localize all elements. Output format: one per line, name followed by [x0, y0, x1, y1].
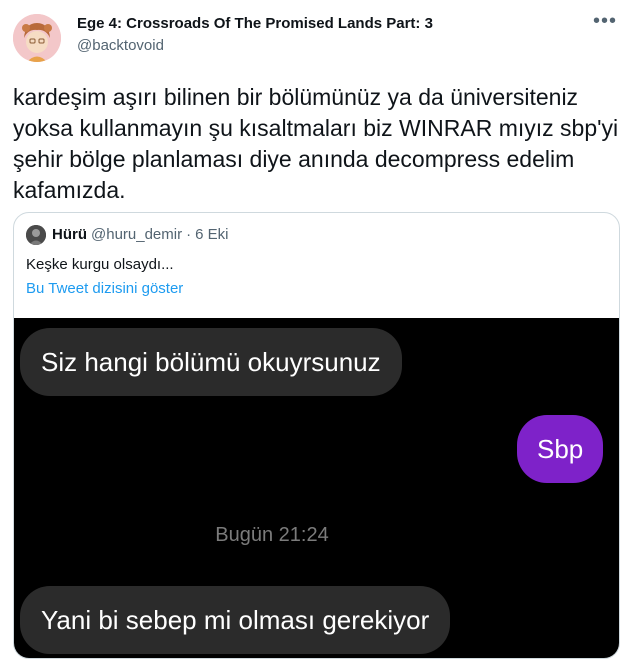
profile-photo-icon	[26, 225, 46, 245]
quoted-tweet[interactable]: Hürü @huru_demir · 6 Eki Keşke kurgu ols…	[13, 212, 620, 659]
quoted-author-handle: @huru_demir	[91, 226, 183, 243]
incoming-message-bubble: Yani bi sebep mi olması gerekiyor	[20, 586, 451, 654]
quoted-tweet-header: Hürü @huru_demir · 6 Eki	[26, 225, 228, 245]
author-block[interactable]: Ege 4: Crossroads Of The Promised Lands …	[77, 14, 433, 56]
more-horizontal-icon: •••	[593, 10, 618, 32]
incoming-message-text: Yani bi sebep mi olması gerekiyor	[41, 605, 430, 635]
chat-screenshot-image[interactable]: Siz hangi bölümü okuyrsunuz Sbp Bugün 21…	[14, 318, 619, 658]
show-thread-link[interactable]: Bu Tweet dizisini göster	[26, 279, 183, 299]
outgoing-message-text: Sbp	[537, 434, 584, 464]
outgoing-message-bubble: Sbp	[517, 415, 604, 483]
more-options-button[interactable]: •••	[593, 11, 617, 34]
quoted-author-avatar[interactable]	[26, 225, 46, 245]
chat-timestamp: Bugün 21:24	[215, 524, 329, 546]
quoted-tweet-text: Keşke kurgu olsaydı...	[26, 256, 174, 273]
tweet-text: kardeşim aşırı bilinen bir bölümünüz ya …	[13, 84, 619, 203]
meta-separator: ·	[186, 226, 192, 243]
incoming-message-text: Siz hangi bölümü okuyrsunuz	[41, 347, 381, 377]
cartoon-avatar-icon	[13, 14, 61, 62]
author-avatar[interactable]	[13, 14, 61, 62]
incoming-message-bubble: Siz hangi bölümü okuyrsunuz	[20, 328, 402, 396]
author-name[interactable]: Ege 4: Crossroads Of The Promised Lands …	[77, 14, 433, 34]
quoted-tweet-date[interactable]: 6 Eki	[195, 225, 228, 245]
quoted-author-name[interactable]: Hürü	[52, 225, 87, 245]
author-handle[interactable]: @backtovoid	[77, 36, 433, 56]
